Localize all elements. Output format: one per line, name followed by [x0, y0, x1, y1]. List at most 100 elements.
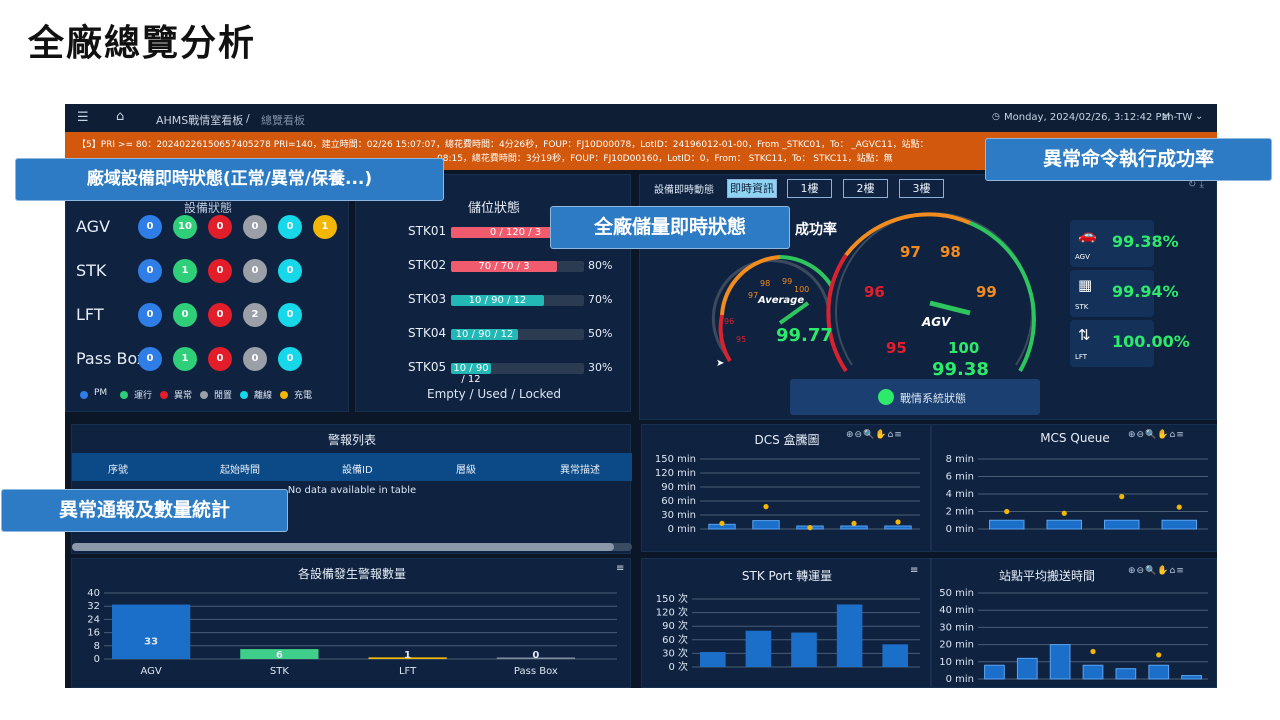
- device-status-count[interactable]: 1: [313, 215, 337, 239]
- avg-tick-98: 98: [760, 279, 771, 288]
- breadcrumb-root[interactable]: AHMS戰情室看板: [156, 112, 243, 128]
- alarm-column-header[interactable]: 起始時間: [220, 461, 260, 476]
- device-status-count[interactable]: 0: [138, 347, 162, 371]
- box: [884, 525, 912, 530]
- device-status-count[interactable]: 0: [243, 347, 267, 371]
- outlier-point: [719, 520, 725, 526]
- alarm-column-header[interactable]: 層級: [456, 461, 476, 476]
- device-status-count[interactable]: 0: [138, 215, 162, 239]
- agv-gauge: [826, 212, 1036, 373]
- tab-realtime[interactable]: 即時資訊: [727, 179, 777, 198]
- tab-floor-2[interactable]: 2樓: [843, 179, 888, 198]
- chart-toolbar-icons[interactable]: ⊕⊖🔍✋⌂≡: [846, 430, 903, 440]
- site-transfer-panel: 站點平均搬送時間 ⊕⊖🔍✋⌂≡ 50 min 40 min 30 min 20 min…: [931, 558, 1217, 688]
- legend-dot: [280, 391, 288, 399]
- tab-floor-3[interactable]: 3樓: [899, 179, 944, 198]
- storage-percent: 50%: [588, 327, 613, 340]
- avg-tick-97: 97: [748, 291, 759, 300]
- box: [984, 664, 1005, 680]
- alarm-column-header[interactable]: 設備ID: [342, 461, 373, 476]
- box: [1161, 519, 1197, 530]
- dcs-box-chart: 150 min 120 min 90 min 60 min 30 min 0 min: [655, 454, 920, 535]
- device-status-count[interactable]: 2: [243, 303, 267, 327]
- chart-menu-icon[interactable]: ≡: [616, 563, 624, 574]
- stat-name: AGV: [1075, 253, 1090, 261]
- scrollbar-thumb[interactable]: [72, 543, 614, 551]
- breadcrumb-current: 總覽看板: [261, 114, 305, 127]
- device-status-count[interactable]: 0: [278, 259, 302, 283]
- device-status-count[interactable]: 0: [243, 215, 267, 239]
- device-status-count[interactable]: 1: [173, 259, 197, 283]
- device-status-title: 設備狀態: [183, 201, 232, 215]
- device-status-count[interactable]: 0: [208, 259, 232, 283]
- device-status-count[interactable]: 0: [208, 303, 232, 327]
- horizontal-scrollbar[interactable]: [72, 543, 632, 551]
- y-tick-label: 40: [87, 588, 100, 599]
- bar-value-label: 6: [276, 650, 283, 661]
- device-status-count[interactable]: 0: [278, 215, 302, 239]
- average-gauge-label: Average: [758, 295, 805, 306]
- storage-row-label: STK04: [408, 326, 447, 340]
- storage-bar-fill: 10 / 90 / 12: [451, 363, 491, 385]
- agv-tick-97: 97: [900, 243, 921, 261]
- y-tick-label: 24: [87, 614, 100, 625]
- success-stat-agv: 🚗 99.38% AGV: [1070, 220, 1179, 267]
- y-tick-label: 4 min: [946, 489, 974, 500]
- bar: [700, 652, 726, 667]
- device-status-count[interactable]: 1: [173, 347, 197, 371]
- storage-bar-fill: 10 / 90 / 12: [451, 329, 518, 340]
- chart-menu-icon[interactable]: ≡: [910, 565, 918, 576]
- y-tick-label: 0: [94, 654, 100, 665]
- callout-alarm-stats: 異常通報及數量統計: [1, 489, 288, 532]
- device-status-count[interactable]: 0: [138, 259, 162, 283]
- device-status-count[interactable]: 0: [278, 303, 302, 327]
- storage-percent: 30%: [588, 361, 613, 374]
- y-tick-label: 0 min: [946, 674, 974, 685]
- language-select[interactable]: zh-TW: [1162, 112, 1192, 123]
- bar: [791, 632, 817, 667]
- y-tick-label: 30 min: [939, 622, 974, 633]
- avg-tick-100: 100: [794, 285, 810, 294]
- chart-toolbar-icons[interactable]: ⊕⊖🔍✋⌂≡: [1128, 566, 1185, 576]
- device-status-count[interactable]: 10: [173, 215, 197, 239]
- bar-value-label: 1: [404, 650, 411, 661]
- home-icon[interactable]: ⌂: [116, 109, 124, 124]
- y-tick-label: 60 min: [661, 496, 696, 507]
- box: [1049, 644, 1071, 680]
- y-tick-label: 50 min: [939, 588, 974, 599]
- bar: [836, 604, 863, 667]
- success-stat-stk: ▦ 99.94% STK: [1070, 270, 1179, 317]
- y-tick-label: 10 min: [939, 657, 974, 668]
- outlier-point: [1090, 648, 1096, 655]
- stat-value: 99.94%: [1112, 282, 1179, 301]
- alarm-column-header[interactable]: 序號: [108, 461, 128, 476]
- y-tick-label: 30 次: [662, 646, 688, 659]
- breadcrumb-separator: /: [246, 112, 250, 125]
- box: [1115, 668, 1137, 680]
- datetime: Monday, 2024/02/26, 3:12:42 PM: [1004, 112, 1171, 123]
- device-status-count[interactable]: 0: [208, 347, 232, 371]
- alarm-column-header[interactable]: 異常描述: [560, 461, 600, 476]
- device-status-count[interactable]: 0: [243, 259, 267, 283]
- menu-icon[interactable]: ☰: [77, 110, 89, 125]
- legend-dot: [200, 391, 208, 399]
- device-status-count[interactable]: 0: [278, 347, 302, 371]
- alarm-list-title: 警報列表: [327, 433, 376, 447]
- y-tick-label: 90 min: [661, 482, 696, 493]
- device-status-count[interactable]: 0: [138, 303, 162, 327]
- mcs-queue-chart: 8 min 6 min 4 min 2 min 0 min: [946, 454, 1208, 535]
- y-tick-label: 32: [87, 601, 100, 612]
- alarm-count-chart: 40 32 24 16 8 0 33 AGV 6 STK 1 LFT 0 Pass Box: [87, 588, 617, 677]
- y-tick-label: 2 min: [946, 507, 974, 518]
- chart-toolbar-icons[interactable]: ⊕⊖🔍✋⌂≡: [1128, 430, 1185, 440]
- chevron-down-icon[interactable]: ⌄: [1195, 111, 1203, 122]
- equipment-icon: ⇅: [1078, 326, 1091, 344]
- legend-dot: [160, 391, 168, 399]
- y-tick-label: 8 min: [946, 454, 974, 465]
- agv-tick-98: 98: [940, 243, 961, 261]
- stat-value: 99.38%: [1112, 232, 1179, 251]
- device-status-count[interactable]: 0: [173, 303, 197, 327]
- box: [1104, 519, 1140, 530]
- device-status-count[interactable]: 0: [208, 215, 232, 239]
- tab-floor-1[interactable]: 1樓: [787, 179, 832, 198]
